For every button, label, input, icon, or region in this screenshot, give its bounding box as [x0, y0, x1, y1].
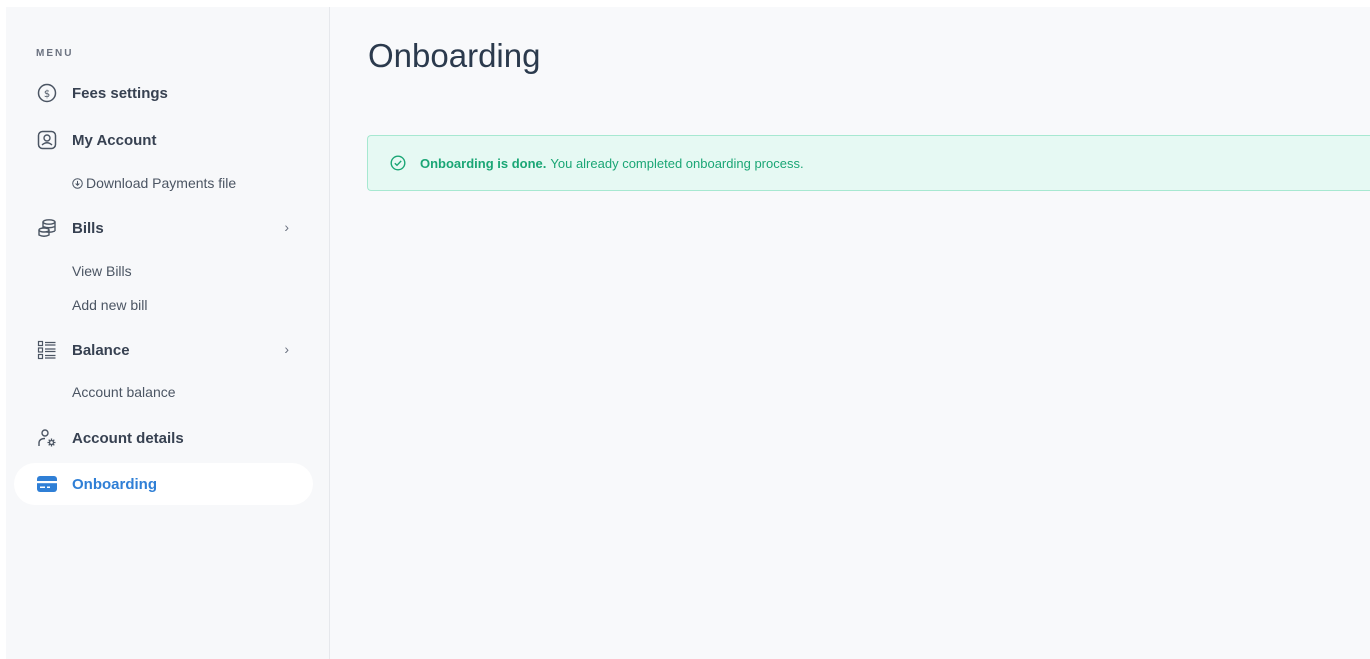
download-circle-icon: [72, 176, 83, 189]
main-content: Onboarding Onboarding is done. You alrea…: [330, 7, 1370, 659]
sidebar-item-my-account[interactable]: My Account: [14, 119, 313, 161]
sidebar-subitem-account-balance[interactable]: Account balance: [72, 384, 176, 400]
sidebar-item-account-details[interactable]: Account details: [14, 417, 313, 459]
sidebar-subitem-label: Download Payments file: [86, 175, 237, 191]
chevron-right-icon: ›: [284, 341, 289, 357]
sidebar-subitem-download-payments[interactable]: Download Payments file: [72, 175, 236, 191]
sidebar-item-balance[interactable]: Balance ›: [14, 329, 313, 371]
sidebar-item-label: Fees settings: [72, 84, 168, 102]
success-alert: Onboarding is done. You already complete…: [367, 135, 1370, 191]
coins-stack-icon: [36, 217, 58, 239]
sidebar-subitem-add-new-bill[interactable]: Add new bill: [72, 297, 148, 313]
sidebar-item-label: Account details: [72, 429, 184, 447]
dollar-circle-icon: $: [36, 82, 58, 104]
user-square-icon: [36, 129, 58, 151]
app-window: MENU $ Fees settings My Account Download…: [6, 7, 1370, 659]
list-icon: [36, 339, 58, 361]
user-settings-icon: [36, 427, 58, 449]
sidebar-item-bills[interactable]: Bills ›: [14, 207, 313, 249]
sidebar-item-label: Onboarding: [72, 475, 157, 493]
sidebar-item-fees-settings[interactable]: $ Fees settings: [14, 72, 313, 114]
svg-text:$: $: [44, 89, 50, 100]
credit-card-icon: [36, 473, 58, 495]
sidebar: MENU $ Fees settings My Account Download…: [6, 7, 330, 659]
sidebar-subitem-view-bills[interactable]: View Bills: [72, 263, 132, 279]
sidebar-item-label: Balance: [72, 341, 130, 359]
chevron-right-icon: ›: [284, 219, 289, 235]
menu-heading: MENU: [36, 48, 74, 59]
sidebar-item-label: My Account: [72, 131, 157, 149]
page-title: Onboarding: [368, 37, 541, 74]
alert-message: You already completed onboarding process…: [550, 155, 804, 171]
sidebar-item-onboarding[interactable]: Onboarding: [14, 463, 313, 505]
check-circle-icon: [390, 155, 406, 171]
sidebar-item-label: Bills: [72, 219, 104, 237]
alert-title: Onboarding is done.: [420, 155, 547, 171]
